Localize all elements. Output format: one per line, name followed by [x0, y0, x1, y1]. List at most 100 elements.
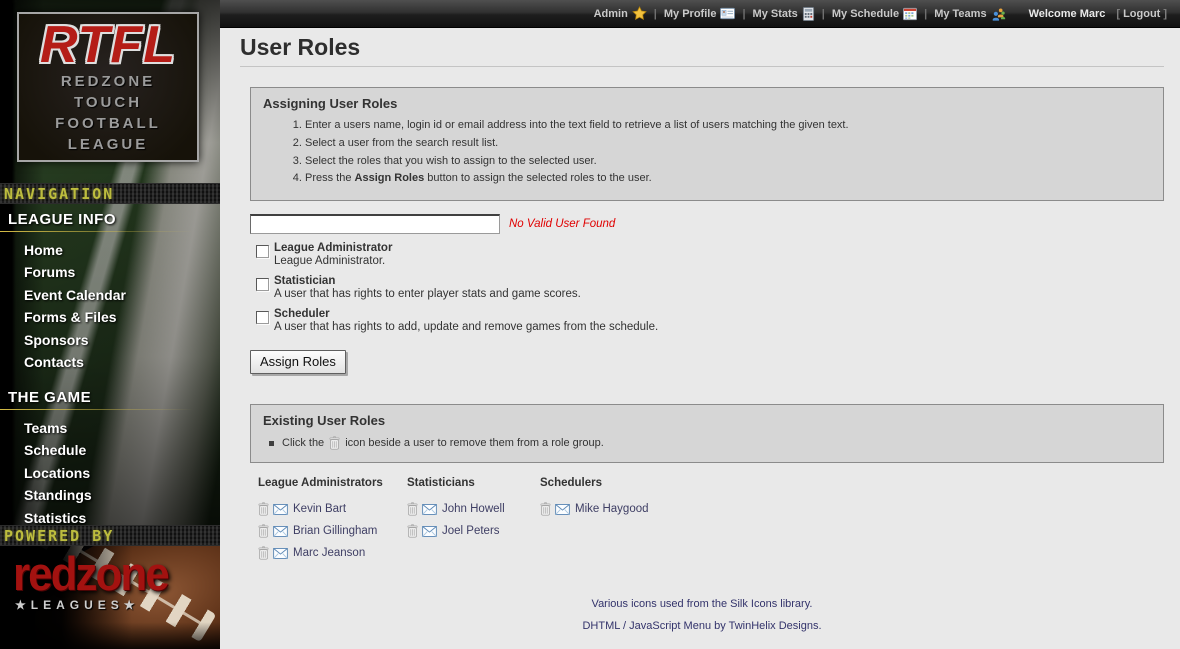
bin-icon[interactable] — [407, 524, 418, 538]
star-icon — [632, 6, 647, 21]
sidebar-item-forums[interactable]: Forums — [0, 261, 220, 283]
email-icon[interactable] — [422, 526, 437, 537]
vcard-icon — [720, 7, 735, 20]
welcome-message: Welcome Marc — [1029, 8, 1106, 20]
user-row: John Howell — [407, 498, 540, 520]
topbar-item-my-stats[interactable]: My Stats — [753, 7, 815, 21]
rtfl-logo: RTFL REDZONE TOUCH FOOTBALL LEAGUE — [17, 12, 199, 162]
bin-icon — [329, 436, 340, 450]
footer-credit-menu: DHTML / JavaScript Menu by TwinHelix Des… — [240, 620, 1164, 632]
assigning-instructions: Enter a users name, login id or email ad… — [291, 119, 1151, 186]
user-name: Joel Peters — [442, 525, 500, 537]
topbar-item-admin[interactable]: Admin — [594, 6, 647, 21]
search-status-message: No Valid User Found — [509, 218, 615, 230]
topbar-separator: | — [822, 8, 825, 20]
assign-roles-button[interactable]: Assign Roles — [250, 350, 346, 374]
bin-icon[interactable] — [407, 502, 418, 516]
statistician-checkbox[interactable] — [256, 278, 269, 291]
role-label: Scheduler — [274, 308, 658, 320]
group-title: Statisticians — [407, 477, 540, 489]
sidebar: RTFL REDZONE TOUCH FOOTBALL LEAGUE NAVIG… — [0, 0, 220, 649]
navigation-header-bar: NAVIGATION — [0, 183, 220, 204]
logout-bracket: ] — [1163, 8, 1167, 20]
email-icon[interactable] — [555, 504, 570, 515]
user-row: Kevin Bart — [258, 498, 407, 520]
user-row: Mike Haygood — [540, 498, 1164, 520]
role-row-scheduler: Scheduler A user that has rights to add,… — [256, 308, 1164, 333]
topbar: Admin | My Profile | My Stats — [220, 0, 1180, 28]
topbar-separator: | — [924, 8, 927, 20]
bin-icon[interactable] — [540, 502, 551, 516]
role-row-statistician: Statistician A user that has rights to e… — [256, 275, 1164, 300]
group-schedulers: Schedulers Mike Haygood — [540, 477, 1164, 564]
email-icon[interactable] — [273, 504, 288, 515]
instruction-step: Select the roles that you wish to assign… — [305, 155, 1151, 169]
assigning-box-title: Assigning User Roles — [263, 96, 1151, 111]
group-league-administrators: League Administrators Kevin Bart Brian G… — [258, 477, 407, 564]
user-name: John Howell — [442, 503, 505, 515]
email-icon[interactable] — [422, 504, 437, 515]
topbar-separator: | — [654, 8, 657, 20]
bullet-square — [269, 441, 274, 446]
group-title: Schedulers — [540, 477, 1164, 489]
section-underline — [0, 409, 220, 410]
navigation-header-label: NAVIGATION — [4, 185, 114, 203]
step-bold-text: Assign Roles — [355, 172, 425, 184]
sidebar-item-locations[interactable]: Locations — [0, 462, 220, 484]
footer-credit-icons: Various icons used from the Silk Icons l… — [240, 598, 1164, 610]
leagues-tagline: ★LEAGUES★ — [15, 598, 140, 612]
role-groups: League Administrators Kevin Bart Brian G… — [258, 477, 1164, 564]
sidebar-item-event-calendar[interactable]: Event Calendar — [0, 284, 220, 306]
role-description: League Administrator. — [274, 255, 392, 267]
assigning-user-roles-box: Assigning User Roles Enter a users name,… — [250, 87, 1164, 201]
sidebar-item-sponsors[interactable]: Sponsors — [0, 329, 220, 351]
calendar-icon — [903, 7, 917, 21]
group-title: League Administrators — [258, 477, 407, 489]
user-search-row: No Valid User Found — [250, 214, 1164, 234]
scheduler-checkbox[interactable] — [256, 311, 269, 324]
email-icon[interactable] — [273, 548, 288, 559]
powered-by-bar: POWERED BY — [0, 525, 220, 546]
user-name: Brian Gillingham — [293, 525, 377, 537]
step-text: button to assign the selected roles to t… — [424, 172, 651, 184]
page-content: User Roles Assigning User Roles Enter a … — [220, 28, 1180, 632]
rtfl-logo-line: LEAGUE — [68, 135, 149, 155]
topbar-item-my-schedule[interactable]: My Schedule — [832, 7, 917, 21]
bin-icon[interactable] — [258, 546, 269, 560]
rtfl-logo-line: REDZONE — [61, 72, 155, 92]
rtfl-logo-line: FOOTBALL — [55, 114, 161, 134]
user-name: Marc Jeanson — [293, 547, 365, 559]
sidebar-item-home[interactable]: Home — [0, 239, 220, 261]
instruction-step: Press the Assign Roles button to assign … — [305, 172, 1151, 186]
topbar-item-label: My Profile — [664, 8, 717, 20]
main-area: Admin | My Profile | My Stats — [220, 0, 1180, 649]
sidebar-item-teams[interactable]: Teams — [0, 417, 220, 439]
page-title: User Roles — [240, 32, 1164, 67]
group-icon — [991, 7, 1006, 21]
sidebar-section-the-game: THE GAME Teams Schedule Locations Standi… — [0, 389, 220, 529]
bin-icon[interactable] — [258, 502, 269, 516]
topbar-item-label: My Teams — [934, 8, 986, 20]
topbar-item-my-teams[interactable]: My Teams — [934, 7, 1005, 21]
logout-bracket: [ — [1116, 8, 1120, 20]
sidebar-item-contacts[interactable]: Contacts — [0, 351, 220, 373]
role-row-league-administrator: League Administrator League Administrato… — [256, 242, 1164, 267]
topbar-item-my-profile[interactable]: My Profile — [664, 7, 736, 20]
league-administrator-checkbox[interactable] — [256, 245, 269, 258]
sidebar-section-league-info: LEAGUE INFO Home Forums Event Calendar F… — [0, 211, 220, 373]
topbar-separator: | — [742, 8, 745, 20]
sidebar-item-standings[interactable]: Standings — [0, 484, 220, 506]
page-footer: Various icons used from the Silk Icons l… — [240, 598, 1164, 632]
user-search-input[interactable] — [250, 214, 500, 234]
user-row: Brian Gillingham — [258, 520, 407, 542]
section-title: THE GAME — [0, 389, 220, 406]
sidebar-item-forms-files[interactable]: Forms & Files — [0, 306, 220, 328]
sidebar-item-schedule[interactable]: Schedule — [0, 439, 220, 461]
email-icon[interactable] — [273, 526, 288, 537]
role-description: A user that has rights to enter player s… — [274, 288, 581, 300]
section-title: LEAGUE INFO — [0, 211, 220, 228]
bin-icon[interactable] — [258, 524, 269, 538]
logout-button[interactable]: Logout — [1123, 8, 1160, 20]
instruction-step: Enter a users name, login id or email ad… — [305, 119, 1151, 133]
rtfl-logo-acronym: RTFL — [40, 19, 176, 71]
